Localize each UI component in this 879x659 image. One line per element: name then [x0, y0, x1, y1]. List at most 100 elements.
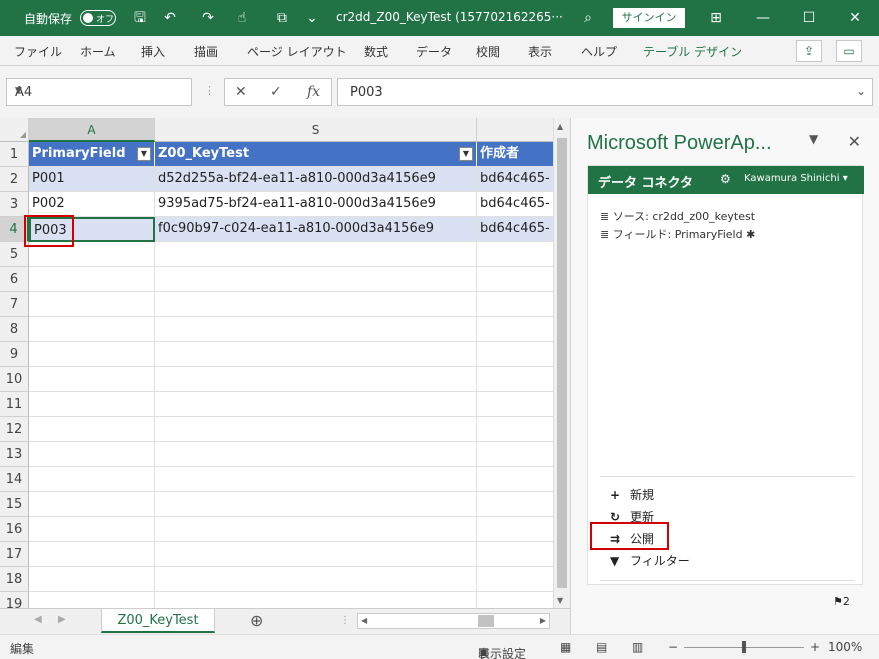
table-cell[interactable]: 9395ad75-bf24-ea11-a810-000d3a4156e9	[155, 192, 477, 217]
scroll-up-icon[interactable]: ▲	[557, 122, 563, 131]
row-header[interactable]: 13	[0, 442, 29, 467]
insert-function-icon[interactable]: fx	[307, 84, 320, 100]
table-cell[interactable]: bd64c465-	[477, 217, 553, 242]
comments-button[interactable]: ▭	[836, 40, 862, 62]
empty-cell[interactable]	[155, 517, 477, 542]
ribbon-display-icon[interactable]: ⊞	[706, 8, 726, 28]
page-layout-view-icon[interactable]: ▤	[596, 640, 607, 654]
empty-cell[interactable]	[155, 242, 477, 267]
empty-cell[interactable]	[155, 567, 477, 592]
empty-cell[interactable]	[477, 292, 553, 317]
row-header[interactable]: 15	[0, 492, 29, 517]
empty-cell[interactable]	[477, 592, 553, 608]
filter-dropdown-icon[interactable]: ▼	[137, 147, 151, 161]
flag-count[interactable]: ⚑2	[833, 595, 850, 608]
row-header[interactable]: 14	[0, 467, 29, 492]
empty-cell[interactable]	[155, 267, 477, 292]
table-cell[interactable]: P002	[29, 192, 155, 217]
empty-cell[interactable]	[29, 317, 155, 342]
empty-cell[interactable]	[29, 392, 155, 417]
row-header[interactable]: 7	[0, 292, 29, 317]
select-all-corner[interactable]: ◢	[0, 118, 29, 142]
formula-input[interactable]: P003 ⌄	[337, 78, 873, 106]
row-header[interactable]: 6	[0, 267, 29, 292]
empty-cell[interactable]	[29, 467, 155, 492]
row-header[interactable]: 2	[0, 167, 29, 192]
autosave-toggle[interactable]: オフ	[80, 10, 116, 26]
empty-cell[interactable]	[155, 392, 477, 417]
empty-cell[interactable]	[29, 542, 155, 567]
empty-cell[interactable]	[155, 442, 477, 467]
row-header[interactable]: 9	[0, 342, 29, 367]
spreadsheet-grid[interactable]: ◢ A S 1 2 3 4 5 6 7 8 9 10 11 12 13 14 15 16 17 18 19 Prim…	[0, 118, 553, 608]
chevron-down-icon[interactable]: ▼	[15, 86, 185, 96]
row-header[interactable]: 8	[0, 317, 29, 342]
row-header[interactable]: 11	[0, 392, 29, 417]
empty-cell[interactable]	[29, 292, 155, 317]
tab-home[interactable]: ホーム	[80, 43, 116, 60]
touch-mode-icon[interactable]: ☝	[232, 8, 252, 28]
empty-cell[interactable]	[477, 442, 553, 467]
empty-cell[interactable]	[477, 242, 553, 267]
empty-cell[interactable]	[477, 317, 553, 342]
tab-review[interactable]: 校閲	[476, 43, 500, 60]
empty-cell[interactable]	[477, 342, 553, 367]
row-header[interactable]: 17	[0, 542, 29, 567]
table-cell[interactable]: P001	[29, 167, 155, 192]
close-button[interactable]: ✕	[832, 0, 878, 36]
table-header-primaryfield[interactable]: PrimaryField ▼	[29, 142, 155, 167]
next-sheet-icon[interactable]: ▶	[58, 614, 66, 625]
column-header-s[interactable]: S	[155, 118, 477, 142]
empty-cell[interactable]	[155, 367, 477, 392]
tab-view[interactable]: 表示	[528, 43, 552, 60]
tab-draw[interactable]: 描画	[194, 43, 218, 60]
empty-cell[interactable]	[477, 417, 553, 442]
empty-cell[interactable]	[29, 517, 155, 542]
expand-formula-icon[interactable]: ⌄	[856, 84, 866, 98]
table-cell[interactable]: d52d255a-bf24-ea11-a810-000d3a4156e9	[155, 167, 477, 192]
empty-cell[interactable]	[29, 342, 155, 367]
empty-cell[interactable]	[155, 542, 477, 567]
empty-cell[interactable]	[29, 417, 155, 442]
prev-sheet-icon[interactable]: ◀	[34, 614, 42, 625]
scroll-left-icon[interactable]: ◀	[361, 616, 367, 625]
empty-cell[interactable]	[29, 267, 155, 292]
save-icon[interactable]: 🖫	[130, 8, 150, 28]
empty-cell[interactable]	[155, 292, 477, 317]
row-header[interactable]: 1	[0, 142, 29, 167]
pane-options-icon[interactable]: ▼	[809, 132, 818, 146]
zoom-in-icon[interactable]: +	[810, 640, 820, 654]
empty-cell[interactable]	[155, 417, 477, 442]
normal-view-icon[interactable]: ▦	[560, 640, 571, 654]
minimize-button[interactable]: —	[740, 0, 786, 36]
zoom-out-icon[interactable]: −	[668, 640, 678, 654]
empty-cell[interactable]	[477, 517, 553, 542]
table-header-z00-keytest[interactable]: Z00_KeyTest ▼	[155, 142, 477, 167]
add-sheet-icon[interactable]: ⊕	[250, 611, 263, 630]
empty-cell[interactable]	[155, 317, 477, 342]
empty-cell[interactable]	[477, 542, 553, 567]
scroll-down-icon[interactable]: ▼	[557, 596, 563, 605]
sheet-tab-z00-keytest[interactable]: Z00_KeyTest	[101, 609, 215, 633]
table-cell[interactable]: bd64c465-	[477, 192, 553, 217]
horizontal-scrollbar[interactable]: ◀ ▶	[357, 613, 550, 629]
tab-help[interactable]: ヘルプ	[581, 43, 617, 60]
tab-table-design[interactable]: テーブル デザイン	[643, 43, 742, 60]
empty-cell[interactable]	[29, 592, 155, 608]
column-header-next[interactable]	[477, 118, 553, 142]
name-box[interactable]: A4 ▼	[6, 78, 192, 106]
table-header-creator[interactable]: 作成者	[477, 142, 553, 167]
empty-cell[interactable]	[29, 367, 155, 392]
copy-icon[interactable]: ⧉	[272, 8, 292, 28]
vertical-scrollbar[interactable]: ▲ ▼	[553, 118, 570, 608]
enter-icon[interactable]: ✓	[270, 84, 282, 100]
row-header[interactable]: 16	[0, 517, 29, 542]
cancel-icon[interactable]: ✕	[235, 84, 247, 100]
empty-cell[interactable]	[477, 392, 553, 417]
row-header[interactable]: 12	[0, 417, 29, 442]
empty-cell[interactable]	[477, 467, 553, 492]
table-cell[interactable]: bd64c465-	[477, 167, 553, 192]
undo-icon[interactable]: ↶	[160, 8, 180, 28]
empty-cell[interactable]	[477, 367, 553, 392]
row-header[interactable]: 18	[0, 567, 29, 592]
